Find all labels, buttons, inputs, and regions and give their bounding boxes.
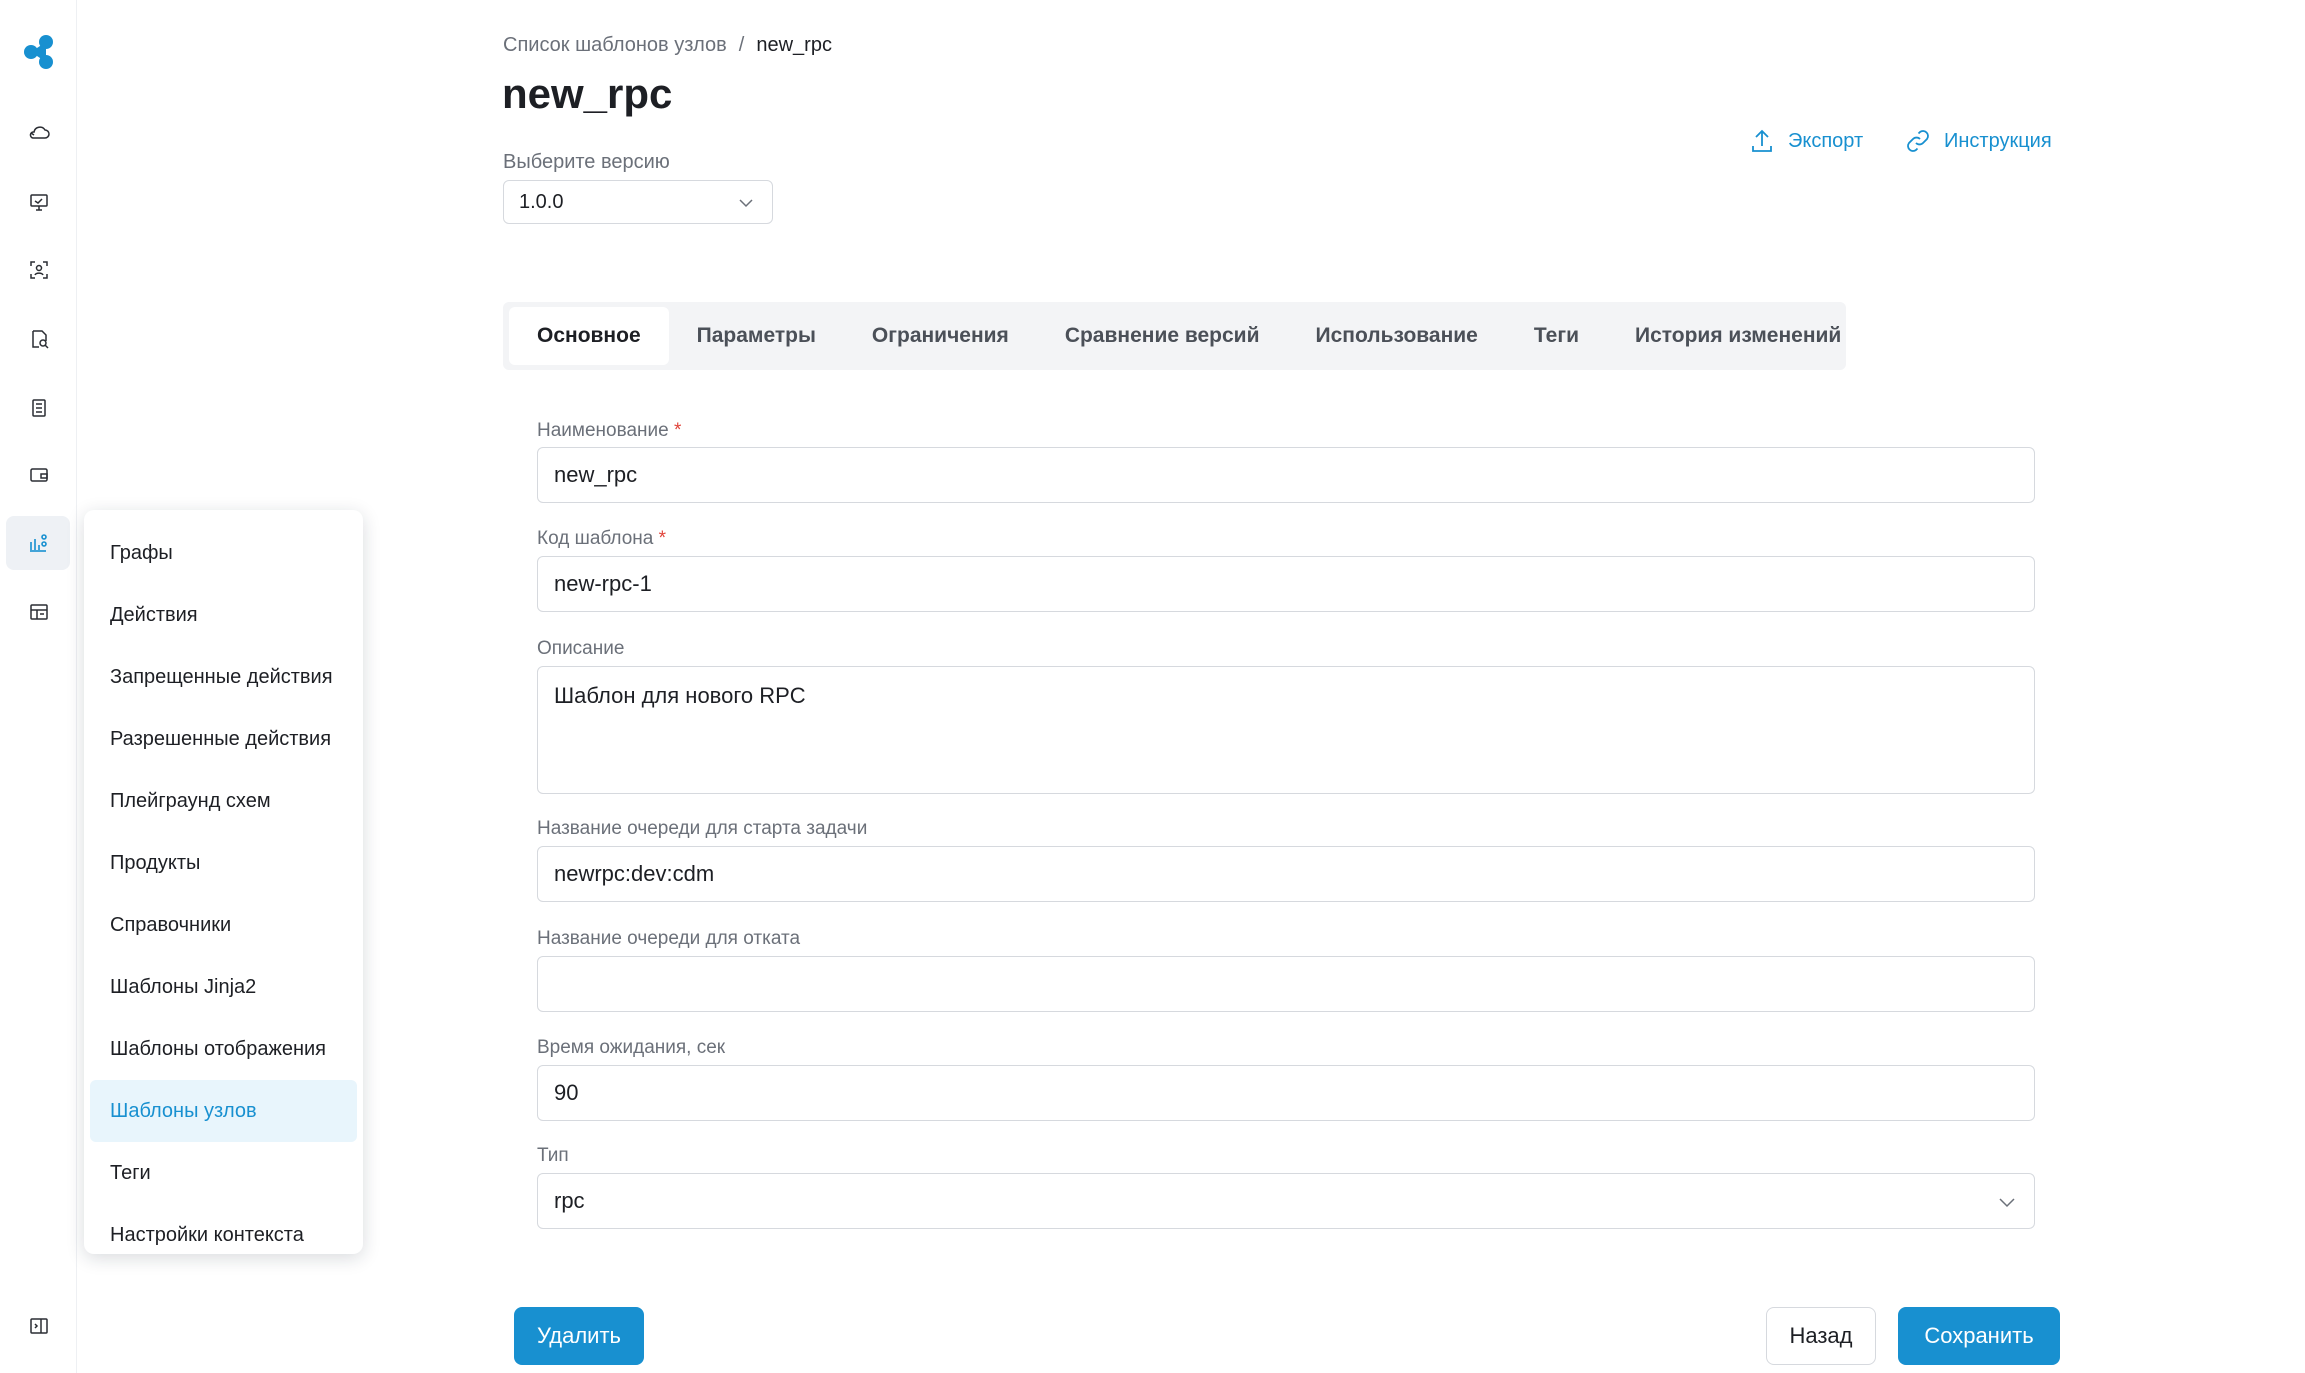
start-queue-input[interactable]: newrpc:dev:cdm: [537, 846, 2035, 902]
flyout-item-dictionaries[interactable]: Справочники: [90, 894, 357, 956]
flyout-menu: Графы Действия Запрещенные действия Разр…: [84, 510, 363, 1254]
delete-button[interactable]: Удалить: [514, 1307, 644, 1365]
breadcrumb-current: new_rpc: [756, 34, 832, 56]
flyout-item-label: Продукты: [110, 851, 201, 874]
flyout-item-graphs[interactable]: Графы: [90, 522, 357, 584]
flyout-item-jinja-templates[interactable]: Шаблоны Jinja2: [90, 956, 357, 1018]
start-queue-label: Название очереди для старта задачи: [537, 818, 868, 839]
chart-nodes-icon[interactable]: [6, 516, 70, 570]
document-search-icon[interactable]: [18, 318, 60, 360]
flyout-item-label: Графы: [110, 541, 173, 564]
export-label: Экспорт: [1788, 129, 1864, 152]
tab-history[interactable]: История изменений: [1607, 307, 1869, 365]
name-label: Наименование *: [537, 420, 681, 442]
flyout-item-schema-playground[interactable]: Плейграунд схем: [90, 770, 357, 832]
timeout-value: 90: [554, 1080, 579, 1105]
version-select-value: 1.0.0: [519, 190, 564, 213]
type-select-value: rpc: [554, 1188, 585, 1213]
instruction-link[interactable]: Инструкция: [1904, 127, 2052, 155]
flyout-item-label: Действия: [110, 603, 198, 626]
page-title: new_rpc: [502, 70, 673, 117]
name-label-text: Наименование: [537, 420, 669, 441]
code-input[interactable]: new-rpc-1: [537, 556, 2035, 612]
list-document-icon[interactable]: [18, 387, 60, 429]
flyout-item-products[interactable]: Продукты: [90, 832, 357, 894]
scan-user-icon[interactable]: [18, 249, 60, 291]
flyout-item-context-settings[interactable]: Настройки контекста: [90, 1204, 357, 1266]
type-select[interactable]: rpc: [537, 1173, 2035, 1229]
instruction-label: Инструкция: [1944, 129, 2052, 152]
code-input-value: new-rpc-1: [554, 571, 652, 596]
upload-icon: [1752, 129, 1772, 152]
tab-usage[interactable]: Использование: [1288, 307, 1506, 365]
flyout-item-label: Шаблоны отображения: [110, 1037, 326, 1060]
name-input-value: new_rpc: [554, 462, 638, 487]
breadcrumb: Список шаблонов узлов / new_rpc: [503, 34, 832, 57]
code-label: Код шаблона *: [537, 528, 666, 550]
link-icon: [1907, 130, 1929, 152]
version-label: Выберите версию: [503, 151, 670, 173]
grid-settings-icon[interactable]: [18, 591, 60, 633]
flyout-item-label: Настройки контекста: [110, 1223, 304, 1246]
export-button[interactable]: Экспорт: [1748, 127, 1863, 155]
type-label: Тип: [537, 1145, 569, 1166]
rollback-queue-input[interactable]: [537, 956, 2035, 1012]
left-rail: [0, 0, 77, 1373]
wallet-icon[interactable]: [18, 454, 60, 496]
start-queue-value: newrpc:dev:cdm: [554, 861, 715, 886]
timeout-label: Время ожидания, сек: [537, 1037, 726, 1058]
logo-icon[interactable]: [22, 34, 56, 70]
monitor-icon[interactable]: [18, 181, 60, 223]
flyout-item-tags[interactable]: Теги: [90, 1142, 357, 1204]
tab-parameters[interactable]: Параметры: [669, 307, 844, 365]
breadcrumb-parent-link[interactable]: Список шаблонов узлов: [503, 34, 727, 57]
flyout-item-node-templates[interactable]: Шаблоны узлов: [90, 1080, 357, 1142]
tab-main[interactable]: Основное: [509, 307, 669, 365]
description-textarea[interactable]: Шаблон для нового RPC: [537, 666, 2035, 794]
code-label-text: Код шаблона: [537, 528, 654, 549]
flyout-item-label: Разрешенные действия: [110, 727, 332, 750]
version-select[interactable]: 1.0.0: [503, 180, 773, 224]
back-button[interactable]: Назад: [1766, 1307, 1876, 1365]
flyout-item-label: Теги: [110, 1161, 151, 1184]
name-input[interactable]: new_rpc: [537, 447, 2035, 503]
chevron-down-icon: [739, 199, 753, 208]
flyout-item-label: Запрещенные действия: [110, 665, 333, 688]
flyout-item-actions[interactable]: Действия: [90, 584, 357, 646]
cloud-upload-icon[interactable]: [18, 112, 60, 154]
flyout-item-label: Справочники: [110, 913, 232, 936]
flyout-item-forbidden-actions[interactable]: Запрещенные действия: [90, 646, 357, 708]
description-label: Описание: [537, 638, 625, 659]
tab-restrictions[interactable]: Ограничения: [844, 307, 1037, 365]
rollback-queue-label: Название очереди для отката: [537, 928, 801, 949]
flyout-item-label: Шаблоны узлов: [110, 1099, 257, 1122]
required-mark: *: [674, 420, 682, 441]
flyout-item-display-templates[interactable]: Шаблоны отображения: [90, 1018, 357, 1080]
save-button[interactable]: Сохранить: [1898, 1307, 2060, 1365]
required-mark: *: [658, 528, 667, 549]
flyout-item-label: Плейграунд схем: [110, 789, 271, 812]
chevron-down-icon: [1999, 1198, 2015, 1208]
breadcrumb-separator: /: [738, 34, 745, 56]
collapse-panel-icon[interactable]: [18, 1305, 60, 1347]
description-value: Шаблон для нового RPC: [554, 683, 806, 708]
tab-bar: Основное Параметры Ограничения Сравнение…: [503, 302, 1846, 370]
tab-version-compare[interactable]: Сравнение версий: [1037, 307, 1288, 365]
flyout-item-label: Шаблоны Jinja2: [110, 975, 257, 998]
flyout-item-allowed-actions[interactable]: Разрешенные действия: [90, 708, 357, 770]
tab-tags[interactable]: Теги: [1506, 307, 1607, 365]
timeout-input[interactable]: 90: [537, 1065, 2035, 1121]
